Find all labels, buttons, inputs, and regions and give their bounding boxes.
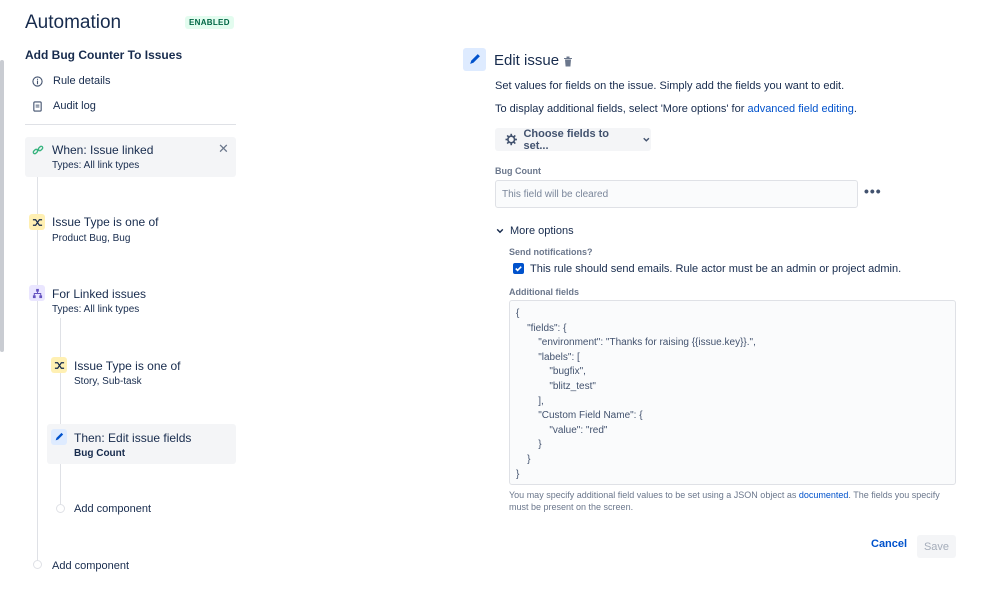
component-subtitle: Bug Count: [74, 448, 126, 459]
editor-description: Set values for fields on the issue. Simp…: [495, 80, 845, 92]
save-button[interactable]: Save: [917, 535, 956, 558]
component-subtitle: Product Bug, Bug: [52, 233, 131, 244]
more-actions-icon[interactable]: •••: [864, 183, 882, 199]
choose-fields-button[interactable]: Choose fields to set...: [495, 127, 651, 152]
status-badge: ENABLED: [185, 16, 234, 29]
component-title: Issue Type is one of: [52, 215, 159, 229]
advanced-field-editing-link[interactable]: advanced field editing: [747, 103, 853, 115]
gear-icon: [505, 133, 517, 146]
check-icon: [515, 266, 522, 272]
component-title: When: Issue linked: [52, 143, 154, 157]
component-title: For Linked issues: [52, 287, 147, 301]
trash-icon[interactable]: [563, 54, 573, 72]
add-component-dot: [33, 560, 42, 569]
more-options-label: More options: [510, 225, 574, 237]
component-branch-condition[interactable]: Issue Type is one of Story, Sub-task: [47, 354, 236, 394]
component-subtitle: Story, Sub-task: [74, 376, 142, 387]
component-condition[interactable]: Issue Type is one of Product Bug, Bug: [25, 210, 236, 250]
editor-description-advanced: To display additional fields, select 'Mo…: [495, 103, 857, 115]
add-component-button[interactable]: Add component: [52, 560, 129, 572]
component-action-edit[interactable]: Then: Edit issue fields Bug Count: [47, 424, 236, 464]
nav-rule-details-label: Rule details: [53, 75, 111, 87]
link-icon: [30, 142, 46, 158]
additional-fields-label: Additional fields: [509, 287, 580, 297]
bug-count-input[interactable]: [495, 180, 858, 208]
branch-icon: [29, 285, 45, 301]
nav-audit-log[interactable]: Audit log: [32, 100, 96, 112]
component-title: Then: Edit issue fields: [74, 431, 192, 445]
chevron-down-icon: [643, 137, 650, 142]
rule-name: Add Bug Counter To Issues: [25, 48, 183, 62]
document-icon: [33, 100, 42, 112]
window-edge-scrollbar[interactable]: [0, 60, 4, 352]
component-branch[interactable]: For Linked issues Types: All link types: [25, 282, 236, 322]
chevron-down-icon: [496, 228, 504, 234]
choose-fields-label: Choose fields to set...: [523, 127, 610, 152]
additional-fields-textarea[interactable]: { "fields": { "environment": "Thanks for…: [509, 300, 956, 485]
component-subtitle: Types: All link types: [52, 304, 140, 315]
send-notifications-checkbox[interactable]: [513, 263, 524, 274]
nav-rule-details[interactable]: Rule details: [32, 75, 110, 87]
bug-count-label: Bug Count: [495, 166, 541, 176]
info-icon: [32, 75, 43, 87]
cancel-button[interactable]: Cancel: [871, 538, 907, 550]
pencil-icon: [51, 429, 67, 445]
editor-title: Edit issue: [494, 52, 560, 69]
more-options-toggle[interactable]: More options: [496, 225, 574, 237]
add-component-branch-button[interactable]: Add component: [74, 503, 151, 515]
shuffle-icon: [51, 357, 67, 373]
nav-audit-log-label: Audit log: [53, 100, 96, 112]
nav-divider: [25, 124, 236, 125]
component-title: Issue Type is one of: [74, 359, 181, 373]
component-subtitle: Types: All link types: [52, 160, 140, 171]
flow-line-branch: [60, 318, 61, 508]
page-title: Automation: [25, 12, 122, 33]
close-icon[interactable]: ✕: [218, 141, 229, 157]
component-trigger[interactable]: When: Issue linked Types: All link types…: [25, 137, 236, 177]
pencil-icon: [463, 48, 486, 71]
add-component-dot: [56, 504, 65, 513]
shuffle-icon: [29, 214, 45, 230]
additional-fields-help: You may specify additional field values …: [509, 490, 940, 512]
send-notifications-description: This rule should send emails. Rule actor…: [530, 263, 902, 275]
send-notifications-label: Send notifications?: [509, 247, 593, 257]
documented-link[interactable]: documented: [799, 490, 849, 500]
